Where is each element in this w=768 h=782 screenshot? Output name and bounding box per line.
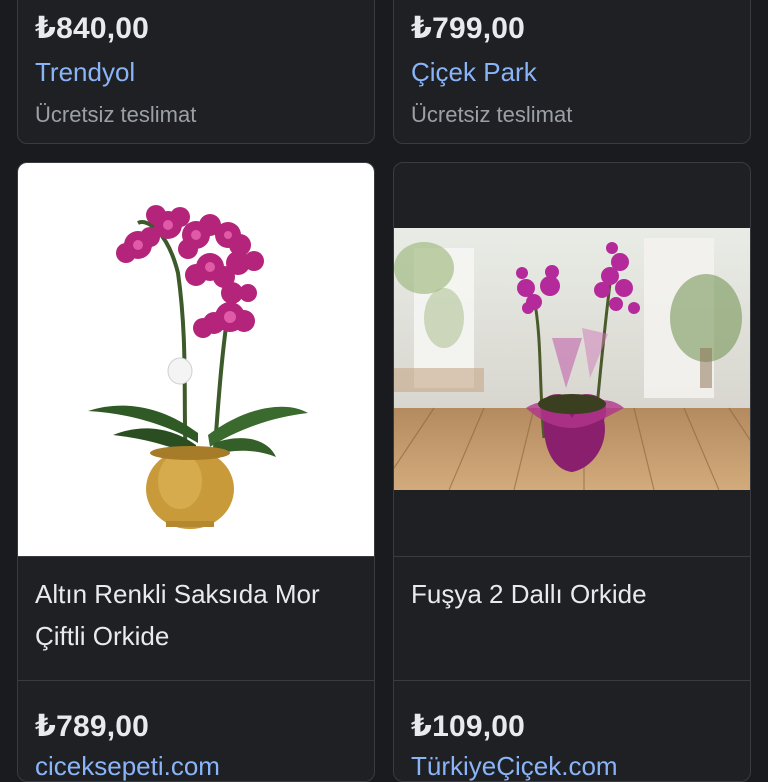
product-card-orchid-fuchsia[interactable]: Fuşya 2 Dallı Orkide ₺109,00 TürkiyeÇiçe… (393, 162, 751, 782)
card-divider (18, 556, 374, 557)
product-title[interactable]: Fuşya 2 Dallı Orkide (411, 573, 734, 615)
store-link[interactable]: ciceksepeti.com (35, 751, 220, 781)
product-price: ₺109,00 (411, 710, 526, 743)
product-image[interactable] (394, 228, 750, 490)
product-price: ₺789,00 (35, 710, 150, 743)
card-divider (394, 556, 750, 557)
store-link[interactable]: Çiçek Park (411, 57, 537, 88)
orchid-gold-pot-image (88, 205, 308, 529)
store-link[interactable]: Trendyol (35, 57, 135, 88)
product-card-trendyol[interactable]: ₺840,00 Trendyol Ücretsiz teslimat (17, 0, 375, 144)
product-card-orchid-gold[interactable]: Altın Renkli Saksıda Mor Çiftli Orkide ₺… (17, 162, 375, 782)
product-price: ₺840,00 (35, 12, 150, 45)
orchid-wood-table-image (394, 228, 750, 490)
card-divider (394, 680, 750, 681)
card-divider (18, 680, 374, 681)
product-card-cicek-park[interactable]: ₺799,00 Çiçek Park Ücretsiz teslimat (393, 0, 751, 144)
store-link[interactable]: TürkiyeÇiçek.com (411, 751, 618, 781)
shipping-info: Ücretsiz teslimat (411, 102, 573, 127)
product-image[interactable] (18, 163, 374, 556)
product-title[interactable]: Altın Renkli Saksıda Mor Çiftli Orkide (35, 573, 358, 657)
shipping-info: Ücretsiz teslimat (35, 102, 197, 127)
product-price: ₺799,00 (411, 12, 526, 45)
